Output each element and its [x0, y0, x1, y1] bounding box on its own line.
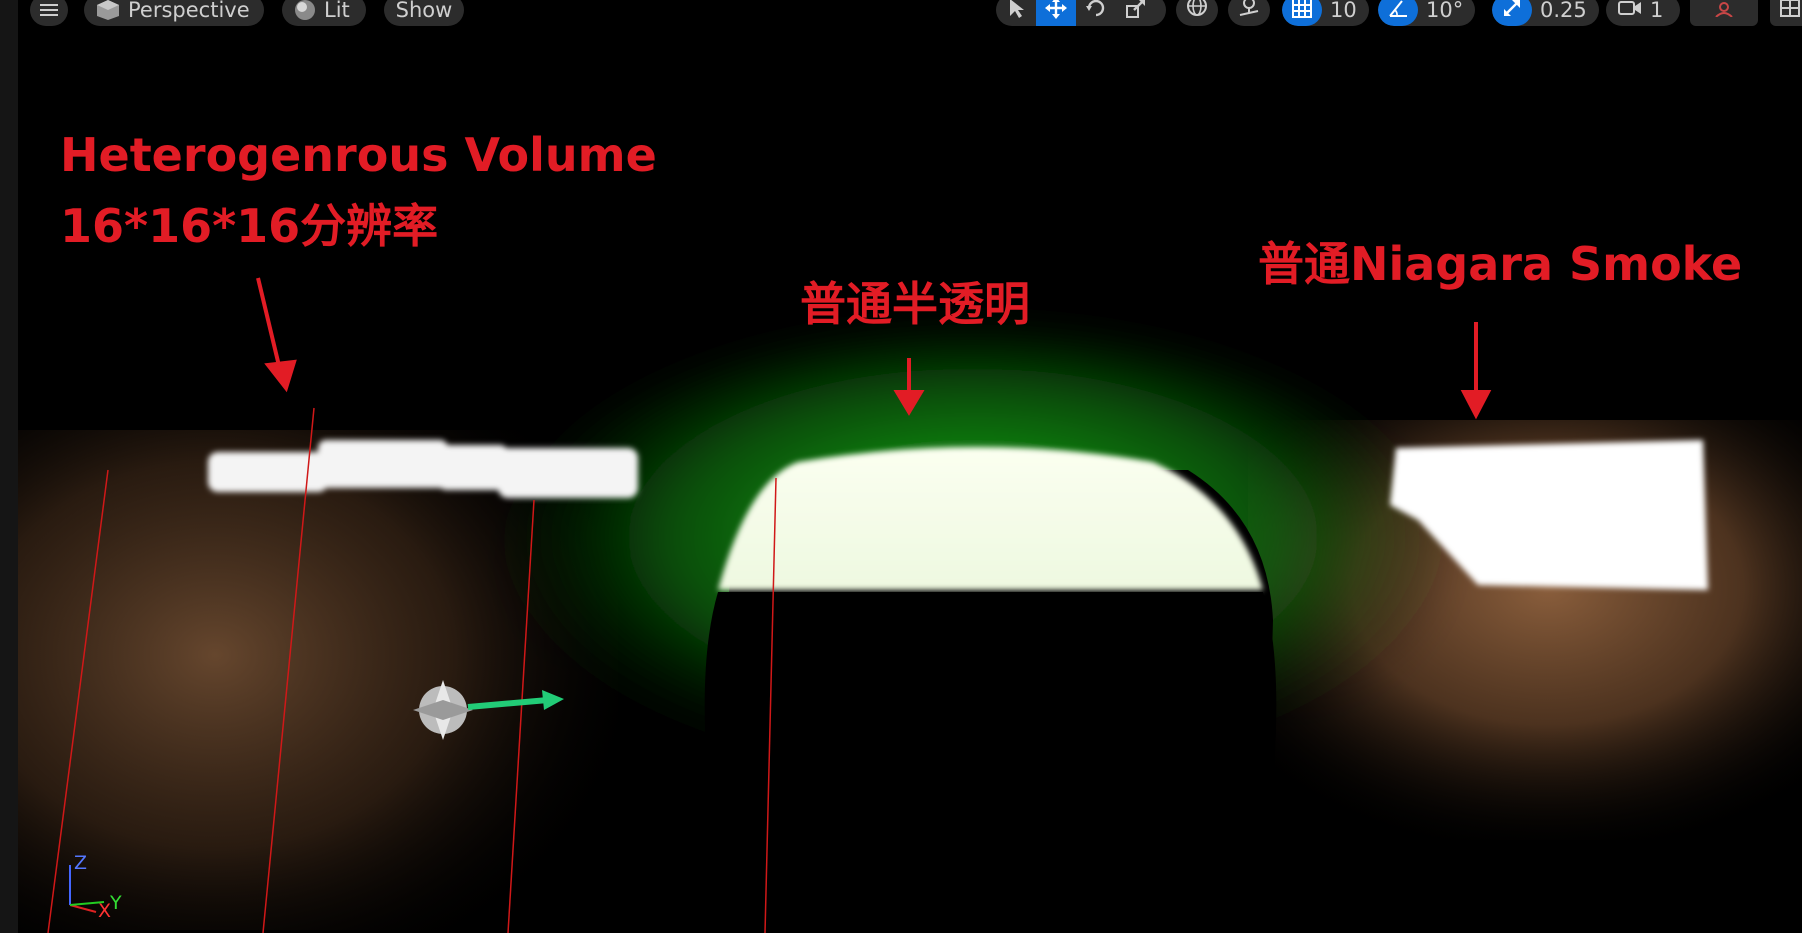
- transform-tools: [996, 0, 1166, 26]
- grid-icon: [1292, 0, 1312, 22]
- lighting-mode-button[interactable]: Lit: [282, 0, 366, 26]
- annotation-volume-title: Heterogenrous Volume: [60, 128, 657, 182]
- pilot-actor-button[interactable]: [1690, 0, 1758, 26]
- rotation-snap-value[interactable]: 10°: [1418, 0, 1475, 25]
- globe-icon: [1186, 0, 1208, 25]
- rotation-snap-toggle[interactable]: 10°: [1378, 0, 1476, 26]
- select-tool-button[interactable]: [996, 0, 1036, 26]
- grid-snap-enabled[interactable]: [1282, 0, 1322, 26]
- annotation-volume-resolution: 16*16*16分辨率: [60, 199, 439, 253]
- viewport-toolbar: Perspective Lit Show 10 10° 0.25 1: [0, 0, 1802, 32]
- rotate-tool-button[interactable]: [1076, 0, 1116, 26]
- camera-speed-value: 1: [1650, 0, 1664, 22]
- scale-snap-enabled[interactable]: [1492, 0, 1532, 26]
- scale-snap-icon: [1502, 0, 1522, 22]
- rotation-snap-enabled[interactable]: [1378, 0, 1418, 26]
- person-icon: [1713, 0, 1735, 25]
- viewport-menu-button[interactable]: [30, 0, 68, 26]
- lit-sphere-icon: [294, 0, 316, 21]
- editor-side-strip: [0, 0, 19, 933]
- annotation-niagara-smoke: 普通Niagara Smoke: [1258, 237, 1743, 291]
- scale-snap-toggle[interactable]: 0.25: [1492, 0, 1599, 26]
- scale-icon: [1125, 0, 1147, 23]
- layout-icon: [1780, 0, 1800, 25]
- show-label: Show: [395, 0, 453, 22]
- lighting-mode-label: Lit: [324, 0, 350, 22]
- axis-z-label: Z: [74, 852, 88, 874]
- surface-snap-icon: [1238, 0, 1260, 25]
- viewport-layout-button[interactable]: [1770, 0, 1802, 26]
- scale-snap-value[interactable]: 0.25: [1532, 0, 1599, 25]
- grid-snap-toggle[interactable]: 10: [1282, 0, 1369, 26]
- camera-speed-button[interactable]: 1: [1606, 0, 1680, 26]
- coordinate-system-button[interactable]: [1176, 0, 1218, 26]
- view-mode-label: Perspective: [128, 0, 250, 22]
- rotate-icon: [1085, 0, 1107, 23]
- show-button[interactable]: Show: [384, 0, 464, 26]
- move-icon: [1045, 0, 1067, 23]
- annotation-translucent: 普通半透明: [800, 277, 1030, 331]
- surface-snapping-button[interactable]: [1228, 0, 1270, 26]
- axis-y-label: Y: [110, 892, 122, 914]
- camera-icon: [1618, 0, 1642, 25]
- scale-tool-button[interactable]: [1116, 0, 1156, 26]
- select-icon: [1007, 0, 1025, 23]
- cube-icon: [96, 0, 120, 21]
- view-mode-button[interactable]: Perspective: [84, 0, 264, 26]
- hamburger-icon: [40, 3, 58, 17]
- angle-icon: [1387, 0, 1409, 22]
- move-tool-button[interactable]: [1036, 0, 1076, 26]
- level-viewport[interactable]: Heterogenrous Volume 16*16*16分辨率 普通半透明 普…: [18, 0, 1802, 933]
- grid-snap-value[interactable]: 10: [1322, 0, 1369, 25]
